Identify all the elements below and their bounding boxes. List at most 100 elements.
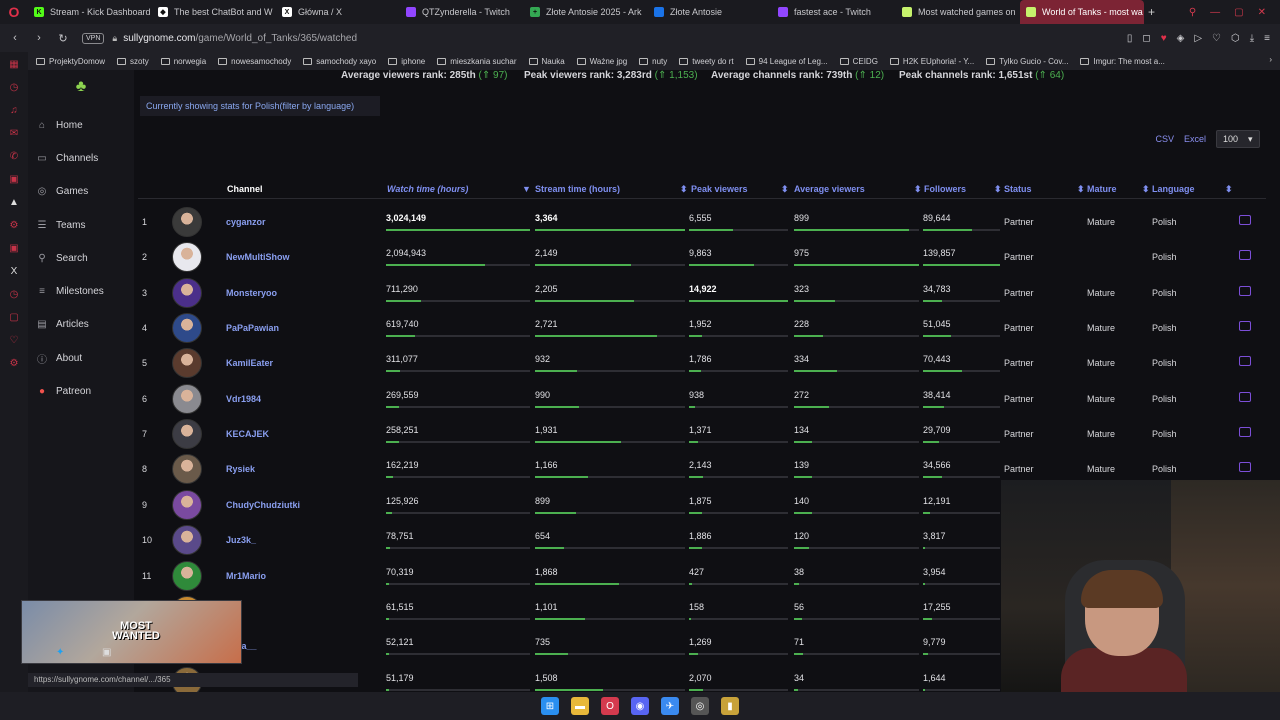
windows-start-icon[interactable]: ⊞ — [541, 697, 559, 715]
col-language[interactable]: Language — [1152, 184, 1195, 194]
channel-link[interactable]: Vdr1984 — [226, 394, 261, 404]
excel-export-link[interactable]: Excel — [1184, 134, 1206, 144]
discord-icon[interactable]: ◉ — [631, 697, 649, 715]
heart-icon[interactable]: ♥ — [1161, 33, 1167, 44]
bookmark-item[interactable]: Nauka — [528, 57, 565, 66]
channel-link[interactable]: PaPaPawian — [226, 323, 279, 333]
avatar[interactable] — [172, 242, 202, 273]
sidebar-twitch2-icon[interactable]: ▣ — [6, 240, 22, 256]
bookmark-item[interactable]: ProjektyDomow — [36, 57, 105, 66]
file-explorer-icon[interactable]: ▬ — [571, 697, 589, 715]
sort-icon[interactable]: ⬍ — [1142, 184, 1150, 195]
bookmark-item[interactable]: samochody xayo — [303, 57, 376, 66]
sidebar-heart-icon[interactable]: ♡ — [6, 332, 22, 348]
bookmark-item[interactable]: szoty — [117, 57, 149, 66]
sidebar-item-patreon[interactable]: ● Patreon — [36, 380, 130, 402]
download-icon[interactable]: ⤓ — [1250, 33, 1254, 44]
csv-export-link[interactable]: CSV — [1155, 134, 1174, 144]
bookmark-item[interactable]: nowesamochody — [218, 57, 291, 66]
chat-icon[interactable] — [1239, 215, 1251, 225]
messenger-icon[interactable]: ✈ — [661, 697, 679, 715]
sort-icon[interactable]: ⬍ — [1077, 184, 1085, 195]
sort-desc-icon[interactable]: ▼ — [522, 184, 531, 194]
chat-icon[interactable] — [1239, 356, 1251, 367]
maximize-icon[interactable]: ▢ — [1234, 7, 1243, 18]
avatar[interactable] — [172, 454, 202, 485]
avatar[interactable] — [172, 348, 202, 379]
sidebar-item-milestones[interactable]: ≡ Milestones — [36, 280, 130, 302]
sidebar-history2-icon[interactable]: ◷ — [6, 286, 22, 302]
avatar[interactable] — [172, 489, 202, 520]
tab-1[interactable]: ◆ The best ChatBot and W — [152, 0, 276, 24]
sidebar-item-channels[interactable]: ▭ Channels — [36, 147, 130, 169]
chat-icon[interactable] — [1239, 250, 1251, 261]
tab-6[interactable]: fastest ace - Twitch — [772, 0, 896, 24]
col-status[interactable]: Status — [1004, 184, 1032, 194]
sort-icon[interactable]: ⬍ — [1225, 184, 1233, 195]
bookmark-item[interactable]: iphone — [388, 57, 425, 66]
sidebar-settings-icon[interactable]: ⚙ — [6, 217, 22, 233]
page-size-select[interactable]: 100 ▾ — [1216, 130, 1260, 148]
vpn-badge[interactable]: VPN — [82, 32, 105, 44]
sidebar-box-icon[interactable]: ▢ — [6, 309, 22, 325]
bookmark-item[interactable]: H2K EUphoria! - Y... — [889, 57, 974, 66]
shield-icon[interactable]: ◈ — [1177, 33, 1185, 44]
back-icon[interactable]: ‹ — [6, 32, 24, 44]
tab-2[interactable]: X Główna / X — [276, 0, 400, 24]
url-field[interactable]: sullygnome.com/game/World_of_Tanks/365/w… — [123, 33, 357, 44]
avatar[interactable] — [172, 313, 202, 344]
menu-icon[interactable]: ≡ — [1264, 33, 1270, 44]
sidebar-item-games[interactable]: ◎ Games — [36, 180, 130, 202]
chat-icon[interactable] — [1239, 462, 1251, 473]
col-average-viewers[interactable]: Average viewers — [794, 184, 865, 194]
sidebar-ai-icon[interactable]: ▲ — [6, 194, 22, 210]
channel-link[interactable]: KamilEater — [226, 358, 273, 368]
close-icon[interactable]: ✕ — [1258, 7, 1266, 18]
col-followers[interactable]: Followers — [924, 184, 966, 194]
channel-link[interactable]: ChudyChudziutki — [226, 500, 300, 510]
sidebar-whatsapp-icon[interactable]: ✆ — [6, 148, 22, 164]
twitch-icon[interactable]: ▣ — [102, 647, 111, 658]
col-mature[interactable]: Mature — [1087, 184, 1117, 194]
avatar[interactable] — [172, 560, 202, 591]
play-icon[interactable]: ▷ — [1194, 33, 1202, 44]
bookmark-item[interactable]: 94 League of Leg... — [745, 57, 828, 66]
minimize-icon[interactable]: — — [1210, 7, 1220, 18]
channel-link[interactable]: NewMultiShow — [226, 252, 290, 262]
bookmark-icon[interactable]: ▯ — [1127, 33, 1133, 44]
sort-icon[interactable]: ⬍ — [781, 184, 789, 195]
language-filter-notice[interactable]: Currently showing stats for Polish(filte… — [140, 96, 380, 116]
forward-icon[interactable]: › — [30, 32, 48, 44]
favorites-icon[interactable]: ♡ — [1212, 33, 1221, 44]
channel-link[interactable]: Juz3k_ — [226, 535, 256, 545]
sidebar-music-icon[interactable]: ♫ — [6, 102, 22, 118]
avatar[interactable] — [172, 207, 202, 237]
bookmark-item[interactable]: Ważne jpg — [576, 57, 627, 66]
opera-menu-icon[interactable]: O — [0, 0, 28, 24]
mini-player[interactable]: MOST WANTED ✦ ▣ — [21, 600, 242, 664]
reload-icon[interactable]: ↻ — [54, 32, 72, 45]
channel-link[interactable]: cyganzor — [226, 217, 266, 227]
sidebar-pin-icon[interactable]: ▦ — [6, 56, 22, 72]
tab-4[interactable]: + Złote Antosie 2025 - Ark — [524, 0, 648, 24]
sidebar-history-icon[interactable]: ◷ — [6, 79, 22, 95]
opera-gx-icon[interactable]: O — [601, 697, 619, 715]
app-icon[interactable]: ▮ — [721, 697, 739, 715]
twitter-icon[interactable]: ✦ — [56, 647, 64, 658]
bookmark-item[interactable]: tweety do rt — [679, 57, 734, 66]
sidebar-item-search[interactable]: ⚲ Search — [36, 247, 130, 269]
sidebar-gear-icon[interactable]: ⚙ — [6, 355, 22, 371]
lock-icon[interactable]: 🔒︎ — [112, 33, 117, 44]
tab-8[interactable]: World of Tanks - most wa✕ — [1020, 0, 1144, 24]
avatar[interactable] — [172, 419, 202, 450]
channel-link[interactable]: Monsteryoo — [226, 288, 277, 298]
bookmark-item[interactable]: norwegia — [160, 57, 206, 66]
new-tab-button[interactable]: + — [1148, 5, 1155, 19]
col-watch-time[interactable]: Watch time (hours) — [387, 184, 468, 194]
channel-link[interactable]: KECAJEK — [226, 429, 269, 439]
obs-icon[interactable]: ◎ — [691, 697, 709, 715]
chat-icon[interactable] — [1239, 391, 1251, 402]
avatar[interactable] — [172, 525, 202, 556]
bookmark-item[interactable]: mieszkania suchar — [437, 57, 517, 66]
col-stream-time[interactable]: Stream time (hours) — [535, 184, 620, 194]
